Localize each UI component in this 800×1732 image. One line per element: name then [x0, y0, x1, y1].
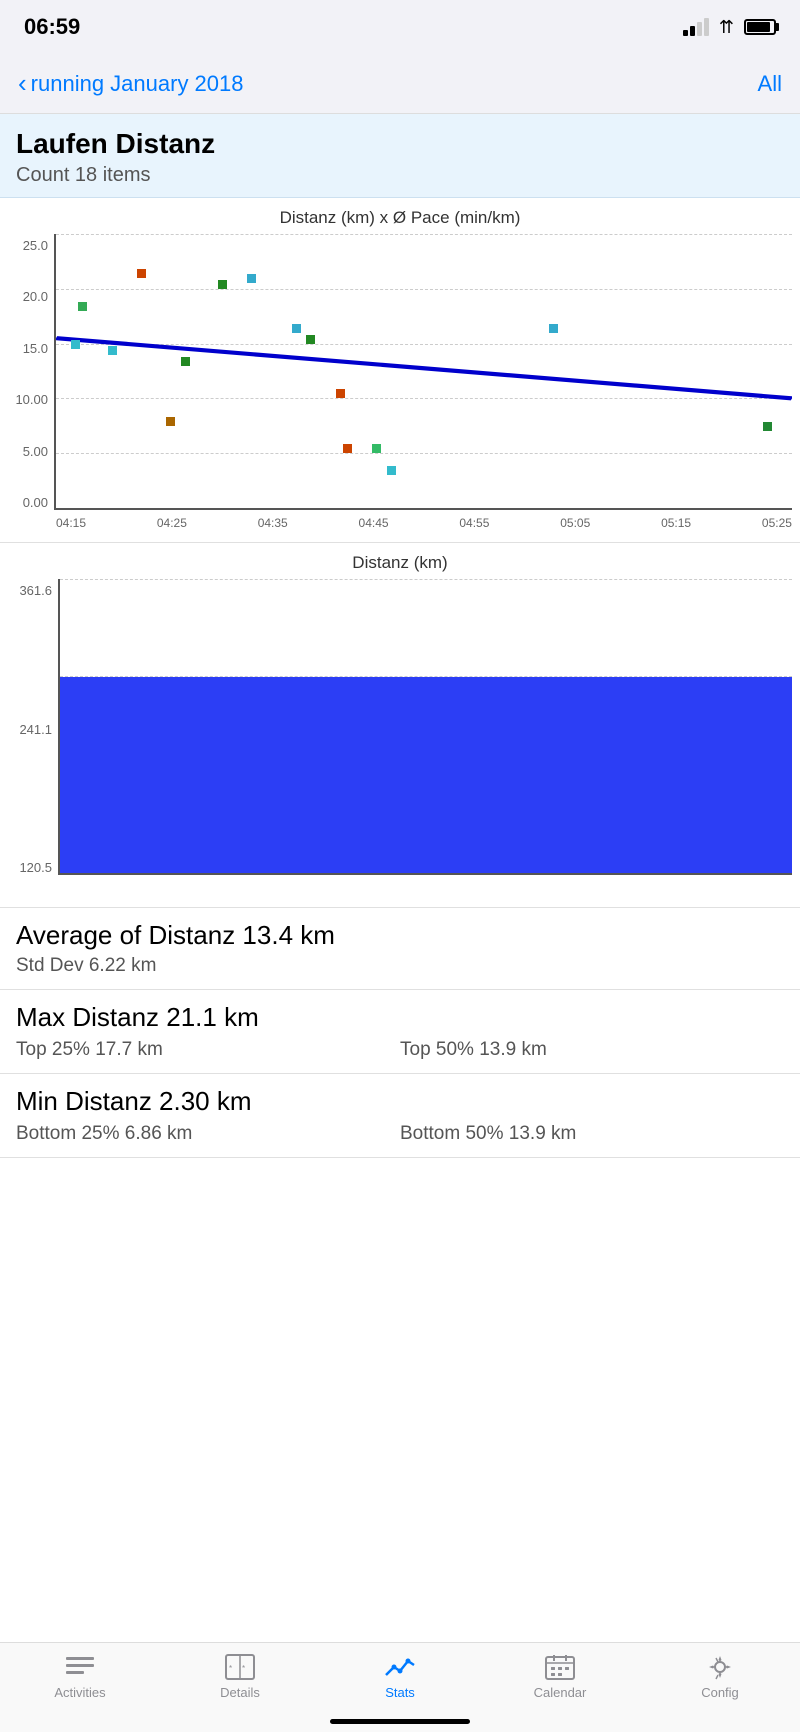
tab-stats-label: Stats	[385, 1685, 415, 1700]
svg-text:*: *	[229, 1664, 232, 1673]
activities-icon	[64, 1653, 96, 1681]
status-bar: 06:59 ⇈	[0, 0, 800, 54]
grid-line	[56, 289, 792, 290]
config-icon	[704, 1653, 736, 1681]
details-icon: * *	[224, 1653, 256, 1681]
stats-section: Average of Distanz 13.4 km Std Dev 6.22 …	[0, 908, 800, 1158]
scatter-chart-title: Distanz (km) x Ø Pace (min/km)	[8, 208, 792, 228]
grid-line	[60, 579, 792, 580]
status-time: 06:59	[24, 14, 80, 40]
home-indicator	[330, 1719, 470, 1724]
max-stat-row: Max Distanz 21.1 km Top 25% 17.7 km Top …	[0, 990, 800, 1074]
wifi-icon: ⇈	[719, 17, 734, 38]
tab-details[interactable]: * * Details	[160, 1653, 320, 1700]
page-title: Laufen Distanz	[16, 128, 784, 160]
scatter-dot	[181, 357, 190, 366]
bar-chart-container: Distanz (km) 361.6 241.1 120.5 Jan 18	[0, 543, 800, 908]
scatter-dot	[549, 324, 558, 333]
signal-icon	[683, 18, 709, 36]
tab-activities-label: Activities	[54, 1685, 105, 1700]
bar-fill	[60, 677, 792, 873]
min-distanz: Min Distanz 2.30 km	[16, 1086, 784, 1117]
x-label: 05:15	[661, 516, 691, 530]
battery-icon	[744, 19, 776, 35]
nav-bar: ‹ running January 2018 All	[0, 54, 800, 114]
stats-icon	[384, 1653, 416, 1681]
std-dev: Std Dev 6.22 km	[16, 955, 784, 977]
chevron-left-icon: ‹	[18, 68, 27, 99]
scatter-dot	[78, 302, 87, 311]
all-button[interactable]: All	[758, 71, 782, 97]
x-label: 04:25	[157, 516, 187, 530]
trend-line	[56, 234, 792, 508]
scatter-dot	[71, 340, 80, 349]
back-button[interactable]: ‹ running January 2018	[18, 68, 244, 99]
scatter-dot	[372, 444, 381, 453]
scatter-dot	[343, 444, 352, 453]
status-icons: ⇈	[683, 17, 776, 38]
bar-chart: 361.6 241.1 120.5 Jan 18 Feb 18	[8, 579, 792, 899]
tab-stats[interactable]: Stats	[320, 1653, 480, 1700]
scatter-dot	[137, 269, 146, 278]
bottom-25: Bottom 25% 6.86 km	[16, 1123, 400, 1145]
scatter-dot	[306, 335, 315, 344]
scatter-dot	[763, 422, 772, 431]
tab-activities[interactable]: Activities	[0, 1653, 160, 1700]
calendar-icon	[544, 1653, 576, 1681]
x-label: 04:45	[359, 516, 389, 530]
max-distanz: Max Distanz 21.1 km	[16, 1002, 784, 1033]
scatter-dot	[108, 346, 117, 355]
scatter-dot	[336, 389, 345, 398]
min-stat-row: Min Distanz 2.30 km Bottom 25% 6.86 km B…	[0, 1074, 800, 1158]
grid-line	[56, 234, 792, 235]
x-label: 05:25	[762, 516, 792, 530]
grid-line	[56, 398, 792, 399]
x-label: 04:55	[459, 516, 489, 530]
average-stat-row: Average of Distanz 13.4 km Std Dev 6.22 …	[0, 908, 800, 990]
bottom-50: Bottom 50% 13.9 km	[400, 1123, 784, 1145]
tab-calendar-label: Calendar	[534, 1685, 587, 1700]
x-label: 04:15	[56, 516, 86, 530]
header-section: Laufen Distanz Count 18 items	[0, 114, 800, 198]
scatter-chart: 25.0 20.0 15.0 10.00 5.00 0.00	[8, 234, 792, 534]
scatter-dot	[387, 466, 396, 475]
top-25: Top 25% 17.7 km	[16, 1039, 400, 1061]
x-label: 05:05	[560, 516, 590, 530]
top-50: Top 50% 13.9 km	[400, 1039, 784, 1061]
tab-config[interactable]: Config	[640, 1653, 800, 1700]
tab-details-label: Details	[220, 1685, 260, 1700]
svg-text:*: *	[242, 1664, 245, 1673]
bar-chart-title: Distanz (km)	[8, 553, 792, 573]
scatter-dot	[292, 324, 301, 333]
scatter-chart-container: Distanz (km) x Ø Pace (min/km) 25.0 20.0…	[0, 198, 800, 543]
x-label: 04:35	[258, 516, 288, 530]
average-distanz: Average of Distanz 13.4 km	[16, 920, 784, 951]
grid-line	[56, 344, 792, 345]
scatter-dot	[247, 274, 256, 283]
tab-calendar[interactable]: Calendar	[480, 1653, 640, 1700]
grid-line	[56, 453, 792, 454]
scatter-dot	[218, 280, 227, 289]
tab-config-label: Config	[701, 1685, 739, 1700]
bar-y-axis: 361.6 241.1 120.5	[8, 579, 58, 899]
scatter-y-axis: 25.0 20.0 15.0 10.00 5.00 0.00	[8, 234, 54, 534]
scatter-dot	[166, 417, 175, 426]
item-count: Count 18 items	[16, 164, 784, 187]
